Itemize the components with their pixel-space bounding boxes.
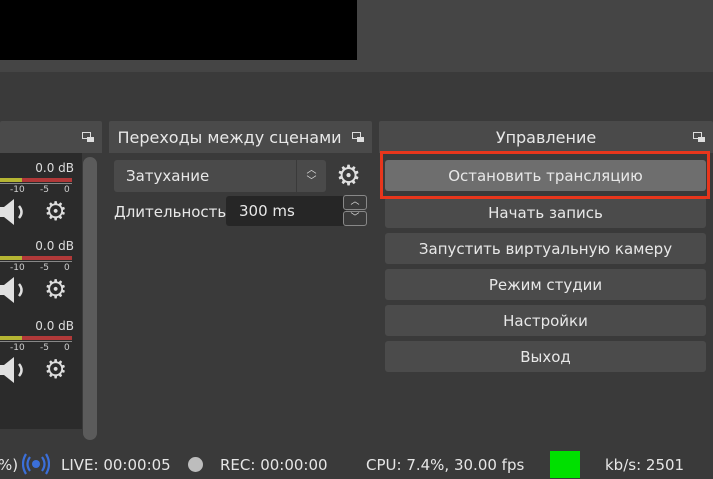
bitrate-status: kb/s: 2501 (605, 456, 685, 474)
volume-meter (0, 256, 72, 260)
mixer-channel: 0.0 dB -10 -5 0 ⚙ (0, 319, 82, 401)
button-label: Режим студии (488, 275, 603, 294)
start-virtual-camera-button[interactable]: Запустить виртуальную камеру (385, 233, 706, 264)
scale-label: 0 (64, 343, 70, 353)
scale-label: -10 (10, 185, 25, 195)
live-timer: LIVE: 00:00:05 (61, 456, 171, 474)
undock-icon[interactable] (82, 132, 94, 142)
channel-db-label: 0.0 dB (35, 319, 74, 333)
dock-title: Переходы между сценами (117, 127, 342, 147)
gear-icon[interactable]: ⚙ (44, 277, 67, 303)
scene-transitions-dock: Переходы между сценами Затухание ︿ ﹀ ⚙ Дл… (109, 121, 372, 441)
undock-icon[interactable] (693, 132, 705, 142)
dock-title: Управление (495, 127, 597, 147)
mixer-channels: 0.0 dB -10 -5 0 ⚙ 0.0 dB -10 -5 0 ⚙ 0.0 … (0, 153, 82, 429)
scale-label: -10 (10, 343, 25, 353)
mixer-dock-header (0, 121, 102, 153)
mixer-channel: 0.0 dB -10 -5 0 ⚙ (0, 161, 82, 243)
button-label: Настройки (503, 311, 588, 330)
speaker-icon[interactable] (0, 197, 30, 227)
volume-meter (0, 178, 72, 182)
exit-button[interactable]: Выход (385, 341, 706, 372)
scale-label: -5 (40, 263, 49, 273)
chevron-up-icon[interactable]: ︿ (343, 195, 367, 210)
cpu-fps-status: CPU: 7.4%, 30.00 fps (366, 456, 525, 474)
button-label: Начать запись (488, 203, 603, 222)
speaker-icon[interactable] (0, 355, 30, 385)
transitions-dock-header: Переходы между сценами (109, 121, 372, 153)
transition-select-value: Затухание (126, 167, 210, 185)
duration-value: 300 ms (239, 202, 295, 220)
controls-dock-header: Управление (379, 121, 713, 153)
duration-label: Длительность (114, 203, 227, 221)
speaker-icon[interactable] (0, 275, 30, 305)
gear-icon[interactable]: ⚙ (44, 199, 67, 225)
duration-input[interactable]: 300 ms (226, 196, 346, 226)
undock-icon[interactable] (352, 132, 364, 142)
stream-health-indicator (550, 451, 580, 478)
live-broadcast-icon (22, 453, 50, 475)
preview-area (0, 0, 713, 72)
select-arrows-icon: ︿ ﹀ (296, 160, 326, 192)
mixer-scrollbar[interactable] (83, 157, 97, 440)
mixer-channel: 0.0 dB -10 -5 0 ⚙ (0, 239, 82, 321)
button-label: Запустить виртуальную камеру (418, 239, 673, 258)
rec-icon (188, 457, 203, 472)
scale-label: -5 (40, 185, 49, 195)
scale-label: -10 (10, 263, 25, 273)
dropped-frames-fragment: %) (0, 456, 19, 474)
scale-label: -5 (40, 343, 49, 353)
rec-timer: REC: 00:00:00 (220, 456, 328, 474)
duration-spinner: ︿ ﹀ (343, 195, 367, 227)
program-preview (0, 0, 357, 60)
gear-icon[interactable]: ⚙ (336, 161, 361, 191)
scale-label: 0 (64, 185, 70, 195)
start-recording-button[interactable]: Начать запись (385, 197, 706, 228)
settings-button[interactable]: Настройки (385, 305, 706, 336)
chevron-down-icon[interactable]: ﹀ (343, 211, 367, 226)
channel-db-label: 0.0 dB (35, 239, 74, 253)
scale-label: 0 (64, 263, 70, 273)
channel-db-label: 0.0 dB (35, 161, 74, 175)
volume-meter (0, 336, 72, 340)
button-label: Выход (520, 347, 571, 366)
gear-icon[interactable]: ⚙ (44, 357, 67, 383)
studio-mode-button[interactable]: Режим студии (385, 269, 706, 300)
highlight-box (380, 151, 710, 199)
status-bar: %) LIVE: 00:00:05 REC: 00:00:00 CPU: 7.4… (0, 449, 713, 479)
transition-select[interactable]: Затухание ︿ ﹀ (114, 160, 326, 192)
